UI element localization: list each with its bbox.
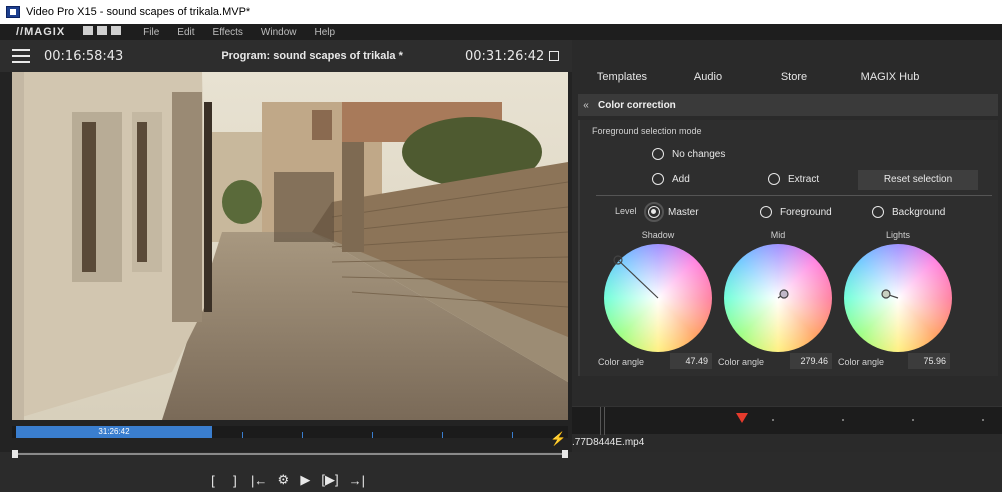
radio-add-label: Add [672, 173, 690, 185]
toolbar-icons [83, 26, 125, 38]
radio-background-label: Background [892, 206, 946, 218]
tab-store[interactable]: Store [744, 66, 844, 88]
timeline-tick [372, 432, 373, 438]
shadow-wheel-label: Shadow [641, 230, 675, 240]
timeline-position-label: 31:26:42 [98, 427, 130, 436]
radio-dot[interactable] [652, 173, 664, 185]
shadow-angle-input[interactable]: 47.49 [670, 353, 712, 369]
menu-help[interactable]: Help [315, 27, 336, 38]
timeline-tick [442, 432, 443, 438]
total-timecode: 00:31:26:42 [465, 48, 545, 64]
menu-file[interactable]: File [143, 27, 159, 38]
radio-extract-label: Extract [788, 173, 820, 185]
open-folder-icon[interactable] [97, 26, 108, 35]
radio-level-background[interactable]: Background [872, 206, 945, 218]
scrollbar-track[interactable] [16, 453, 564, 455]
tab-templates[interactable]: Templates [572, 66, 672, 88]
loop-settings-icon[interactable]: ⚙ [277, 472, 290, 488]
radio-foreground-label: Foreground [780, 206, 832, 218]
timeline-tick [512, 432, 513, 438]
menu-bar: //MAGIX File Edit Effects Window Help [0, 24, 1002, 40]
radio-dot-selected[interactable] [644, 202, 664, 222]
tab-magix-hub[interactable]: MAGIX Hub [844, 66, 936, 88]
section-divider [596, 195, 992, 196]
timeline-dot [912, 419, 914, 421]
playhead-marker[interactable] [736, 413, 748, 423]
play-range-button[interactable]: [▶] [321, 472, 338, 488]
radio-add[interactable]: Add [652, 173, 690, 185]
shadow-angle-label: Color angle [598, 357, 645, 367]
radio-no-changes[interactable]: No changes [652, 148, 725, 160]
lights-wheel-label: Lights [885, 230, 911, 240]
scrollbar-left-handle[interactable] [12, 450, 18, 458]
color-correction-header: « Color correction [578, 94, 998, 116]
mid-wheel-handle[interactable] [724, 244, 832, 352]
menu-edit[interactable]: Edit [177, 27, 194, 38]
program-monitor: 00:16:58:43 Program: sound scapes of tri… [0, 40, 572, 488]
lights-angle-label: Color angle [838, 357, 885, 367]
mark-in-button[interactable]: [ [207, 473, 219, 488]
foreground-mode-label: Foreground selection mode [592, 126, 702, 136]
color-correction-title: Color correction [598, 99, 676, 111]
project-timeline[interactable] [572, 406, 1002, 435]
magix-logo: //MAGIX [16, 26, 66, 38]
double-chevron-left-icon[interactable]: « [578, 100, 594, 111]
current-timecode: 00:16:58:43 [44, 48, 124, 64]
lightning-icon[interactable]: ⚡ [550, 431, 566, 447]
radio-dot[interactable] [760, 206, 772, 218]
menu-window[interactable]: Window [261, 27, 297, 38]
level-label: Level [615, 206, 637, 216]
horizontal-scrollbar[interactable] [12, 450, 568, 458]
radio-master-label: Master [668, 206, 699, 218]
lights-angle-input[interactable]: 75.96 [908, 353, 950, 369]
timeline-marker-line [600, 407, 601, 435]
program-bar: 00:16:58:43 Program: sound scapes of tri… [0, 40, 572, 72]
video-preview[interactable] [12, 72, 568, 420]
window-title: Video Pro X15 - sound scapes of trikala.… [26, 6, 251, 18]
effects-panel: Templates Audio Store MAGIX Hub « Color … [572, 40, 1002, 452]
mark-out-button[interactable]: ] [229, 473, 241, 488]
shadow-wheel-handle[interactable] [604, 244, 712, 352]
video-frame-image [12, 72, 568, 420]
clip-filename: .77D8444E.mp4 [572, 437, 645, 448]
lights-wheel-handle[interactable] [844, 244, 952, 352]
timeline-dot [842, 419, 844, 421]
timeline-dot [982, 419, 984, 421]
go-to-end-button[interactable]: →| [349, 473, 365, 488]
radio-dot[interactable] [652, 148, 664, 160]
app-icon [6, 6, 20, 18]
radio-no-changes-label: No changes [672, 148, 726, 160]
timeline-marker-line [604, 407, 605, 435]
mid-angle-input[interactable]: 279.46 [790, 353, 832, 369]
timeline-dot [772, 419, 774, 421]
mid-wheel-label: Mid [770, 230, 786, 240]
play-button[interactable]: ▶ [299, 472, 311, 488]
radio-level-master[interactable]: Master [644, 202, 699, 222]
radio-dot[interactable] [768, 173, 780, 185]
hamburger-icon[interactable] [12, 49, 30, 63]
timeline-selection[interactable]: 31:26:42 [16, 426, 212, 438]
tab-audio[interactable]: Audio [672, 66, 744, 88]
save-icon[interactable] [111, 26, 122, 35]
maximize-icon[interactable] [549, 51, 559, 61]
timeline-tick [302, 432, 303, 438]
radio-level-foreground[interactable]: Foreground [760, 206, 832, 218]
timeline-tick [242, 432, 243, 438]
scrollbar-right-handle[interactable] [562, 450, 568, 458]
window-titlebar: Video Pro X15 - sound scapes of trikala.… [0, 0, 1002, 24]
radio-extract[interactable]: Extract [768, 173, 819, 185]
transport-controls: [ ] |← ⚙ ▶ [▶] →| [0, 468, 572, 492]
new-file-icon[interactable] [83, 26, 94, 35]
menu-effects[interactable]: Effects [213, 27, 243, 38]
radio-dot[interactable] [872, 206, 884, 218]
mini-timeline[interactable]: 31:26:42 [12, 426, 568, 438]
mid-angle-label: Color angle [718, 357, 765, 367]
media-pool-tabs: Templates Audio Store MAGIX Hub [572, 66, 1002, 88]
reset-selection-button[interactable]: Reset selection [858, 170, 978, 190]
go-to-start-button[interactable]: |← [251, 473, 267, 488]
program-title: Program: sound scapes of trikala * [221, 50, 403, 62]
